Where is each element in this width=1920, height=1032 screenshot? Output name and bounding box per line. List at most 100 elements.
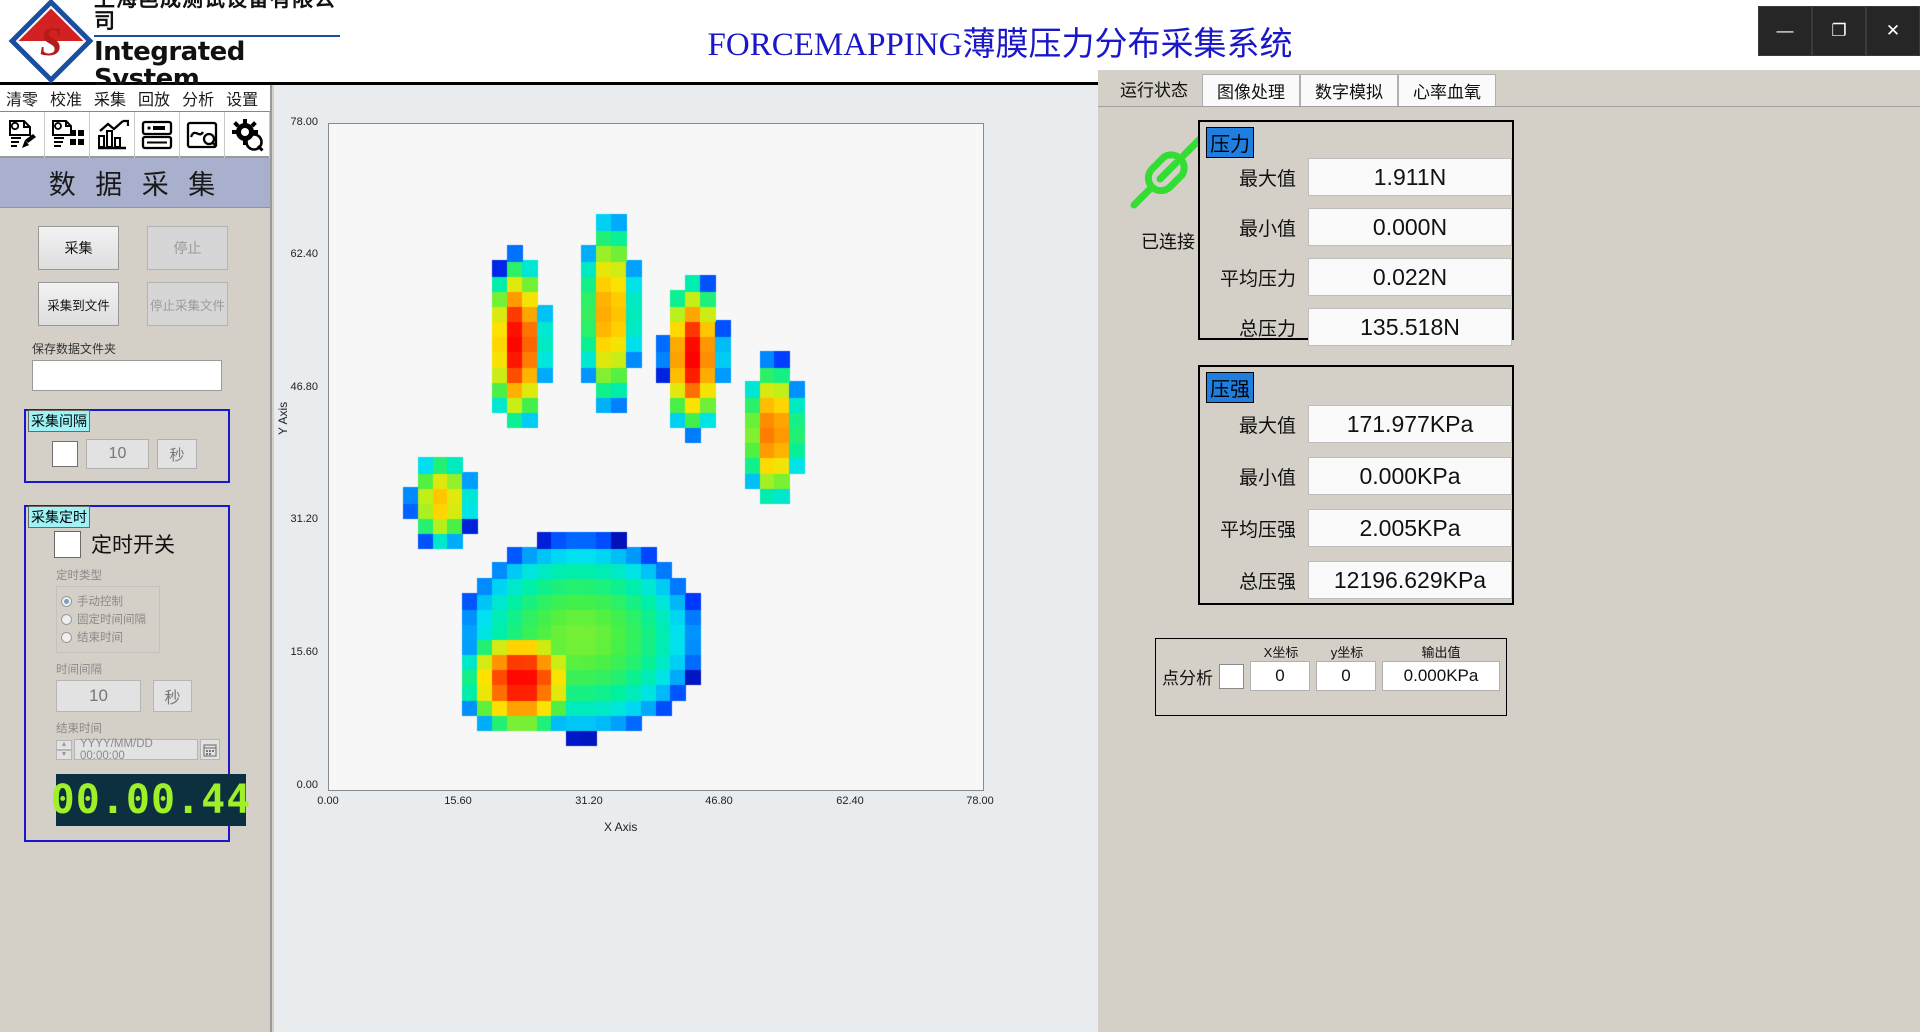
force-max-label: 最大值 xyxy=(1200,164,1308,191)
left-panel: 清零 校准 采集 回放 分析 设置 xyxy=(0,85,272,1032)
stop-acquire-file-button[interactable]: 停止采集文件 xyxy=(147,282,228,326)
menu-item-calibrate[interactable]: 校准 xyxy=(44,86,88,110)
timing-type-endtime-label: 结束时间 xyxy=(77,629,123,645)
save-folder-input[interactable] xyxy=(32,360,222,391)
menu-bar: 清零 校准 采集 回放 分析 设置 xyxy=(0,85,270,112)
timing-switch-checkbox[interactable] xyxy=(54,531,81,558)
point-analysis-y-input[interactable]: 0 xyxy=(1316,661,1376,691)
timing-type-manual[interactable]: 手动控制 xyxy=(61,593,155,609)
force-max-value: 1.911N xyxy=(1308,158,1512,196)
x-tick-3: 46.80 xyxy=(697,795,741,807)
pressure-avg-value: 2.005KPa xyxy=(1308,509,1512,547)
x-axis-label: X Axis xyxy=(604,820,637,834)
acquisition-interval-input[interactable]: 10 xyxy=(86,439,149,469)
page-title: FORCEMAPPING薄膜压力分布采集系统 xyxy=(340,17,1660,65)
pressure-total-value: 12196.629KPa xyxy=(1308,561,1512,599)
playback-icon[interactable] xyxy=(135,112,180,158)
calibrate-icon[interactable] xyxy=(45,112,90,158)
timing-type-fixed-label: 固定时间间隔 xyxy=(77,611,146,627)
timing-type-label: 定时类型 xyxy=(56,567,220,583)
menu-item-acquire[interactable]: 采集 xyxy=(88,86,132,110)
stop-button[interactable]: 停止 xyxy=(147,226,228,270)
force-total-label: 总压力 xyxy=(1200,314,1308,341)
tab-image-proc[interactable]: 图像处理 xyxy=(1202,74,1300,106)
y-tick-2: 46.80 xyxy=(274,381,318,393)
timing-type-radio-group: 手动控制 固定时间间隔 结束时间 xyxy=(56,586,160,653)
pressure-min-value: 0.000KPa xyxy=(1308,457,1512,495)
clear-zero-icon[interactable] xyxy=(0,112,45,158)
tab-strip: 运行状态 图像处理 数字模拟 心率血氧 xyxy=(1098,70,1920,106)
minimize-button[interactable]: — xyxy=(1758,6,1812,56)
acquisition-timing-group: 采集定时 定时开关 定时类型 手动控制 固定时间间隔 结束时间 xyxy=(24,505,230,842)
radio-endtime-icon xyxy=(61,632,72,643)
menu-item-clear[interactable]: 清零 xyxy=(0,86,44,110)
pressure-fieldset: 压强 最大值 171.977KPa 最小值 0.000KPa 平均压强 2.00… xyxy=(1198,365,1514,605)
menu-item-analysis[interactable]: 分析 xyxy=(176,86,220,110)
force-avg-label: 平均压力 xyxy=(1200,264,1308,291)
tab-divider xyxy=(1098,106,1920,107)
tab-heart-spo2[interactable]: 心率血氧 xyxy=(1398,74,1496,106)
logo-diamond-icon: S xyxy=(18,8,84,74)
pressure-total-label: 总压强 xyxy=(1200,567,1308,594)
acquire-to-file-button[interactable]: 采集到文件 xyxy=(38,282,119,326)
menu-item-playback[interactable]: 回放 xyxy=(132,86,176,110)
point-analysis-box: X坐标 y坐标 输出值 点分析 0 0 0.000KPa xyxy=(1155,638,1507,716)
point-analysis-label: 点分析 xyxy=(1162,664,1213,689)
logo-company-cn: 上海邑成测试设备有限公司 xyxy=(94,0,340,37)
point-analysis-checkbox[interactable] xyxy=(1219,664,1244,689)
pressure-total-row: 总压强 12196.629KPa xyxy=(1200,561,1512,599)
radio-fixed-icon xyxy=(61,614,72,625)
timing-type-end-time[interactable]: 结束时间 xyxy=(61,629,155,645)
pressure-avg-label: 平均压强 xyxy=(1200,515,1308,542)
point-analysis-x-input[interactable]: 0 xyxy=(1250,661,1310,691)
calendar-icon[interactable] xyxy=(200,739,220,760)
window-controls: — ❐ ✕ xyxy=(1758,0,1920,68)
acquire-chart-icon[interactable] xyxy=(90,112,135,158)
time-interval-label: 时间间隔 xyxy=(56,661,220,677)
gear-icon[interactable] xyxy=(225,112,270,158)
force-max-row: 最大值 1.911N xyxy=(1200,158,1512,196)
panel-title: 数 据 采 集 xyxy=(0,158,270,208)
y-tick-5: 0.00 xyxy=(274,779,318,791)
point-analysis-x-header: X坐标 xyxy=(1248,642,1314,661)
y-tick-0: 78.00 xyxy=(274,116,318,128)
acquisition-buttons: 采集 停止 采集到文件 停止采集文件 xyxy=(0,208,270,326)
pressure-heatmap[interactable] xyxy=(328,123,984,791)
force-fieldset: 压力 最大值 1.911N 最小值 0.000N 平均压力 0.022N 总压力… xyxy=(1198,120,1514,340)
force-min-row: 最小值 0.000N xyxy=(1200,208,1512,246)
menu-item-settings[interactable]: 设置 xyxy=(220,86,264,110)
company-logo: S 上海邑成测试设备有限公司 Integrated System xyxy=(0,0,340,93)
force-total-row: 总压力 135.518N xyxy=(1200,308,1512,346)
x-tick-0: 0.00 xyxy=(306,795,350,807)
acquisition-interval-checkbox[interactable] xyxy=(52,441,78,467)
elapsed-time-display: 00.00.44 xyxy=(56,774,246,826)
point-analysis-out-header: 输出值 xyxy=(1380,642,1502,661)
acquisition-interval-title: 采集间隔 xyxy=(28,410,90,432)
end-time-input[interactable]: YYYY/MM/DD 00:00:00 xyxy=(74,739,198,760)
pressure-avg-row: 平均压强 2.005KPa xyxy=(1200,509,1512,547)
y-tick-3: 31.20 xyxy=(274,513,318,525)
acquire-button[interactable]: 采集 xyxy=(38,226,119,270)
analysis-icon[interactable] xyxy=(180,112,225,158)
timing-switch-label: 定时开关 xyxy=(91,529,175,559)
x-tick-2: 31.20 xyxy=(567,795,611,807)
acquisition-timing-title: 采集定时 xyxy=(28,506,90,528)
end-time-spinner[interactable]: ▲▼ xyxy=(56,740,72,760)
toolbar xyxy=(0,112,270,158)
tab-run-status[interactable]: 运行状态 xyxy=(1106,70,1202,106)
x-tick-4: 62.40 xyxy=(828,795,872,807)
time-interval-input[interactable]: 10 xyxy=(56,680,141,712)
pressure-max-row: 最大值 171.977KPa xyxy=(1200,405,1512,443)
pressure-max-label: 最大值 xyxy=(1200,411,1308,438)
timing-type-fixed-interval[interactable]: 固定时间间隔 xyxy=(61,611,155,627)
y-tick-4: 15.60 xyxy=(274,646,318,658)
end-time-label: 结束时间 xyxy=(56,720,220,736)
force-avg-row: 平均压力 0.022N xyxy=(1200,258,1512,296)
close-button[interactable]: ✕ xyxy=(1866,6,1920,56)
force-avg-value: 0.022N xyxy=(1308,258,1512,296)
force-min-value: 0.000N xyxy=(1308,208,1512,246)
restore-button[interactable]: ❐ xyxy=(1812,6,1866,56)
plot-panel: Y Axis X Axis 78.00 62.40 46.80 31.20 15… xyxy=(274,85,1098,1032)
time-interval-unit: 秒 xyxy=(153,680,192,712)
tab-digital-sim[interactable]: 数字模拟 xyxy=(1300,74,1398,106)
